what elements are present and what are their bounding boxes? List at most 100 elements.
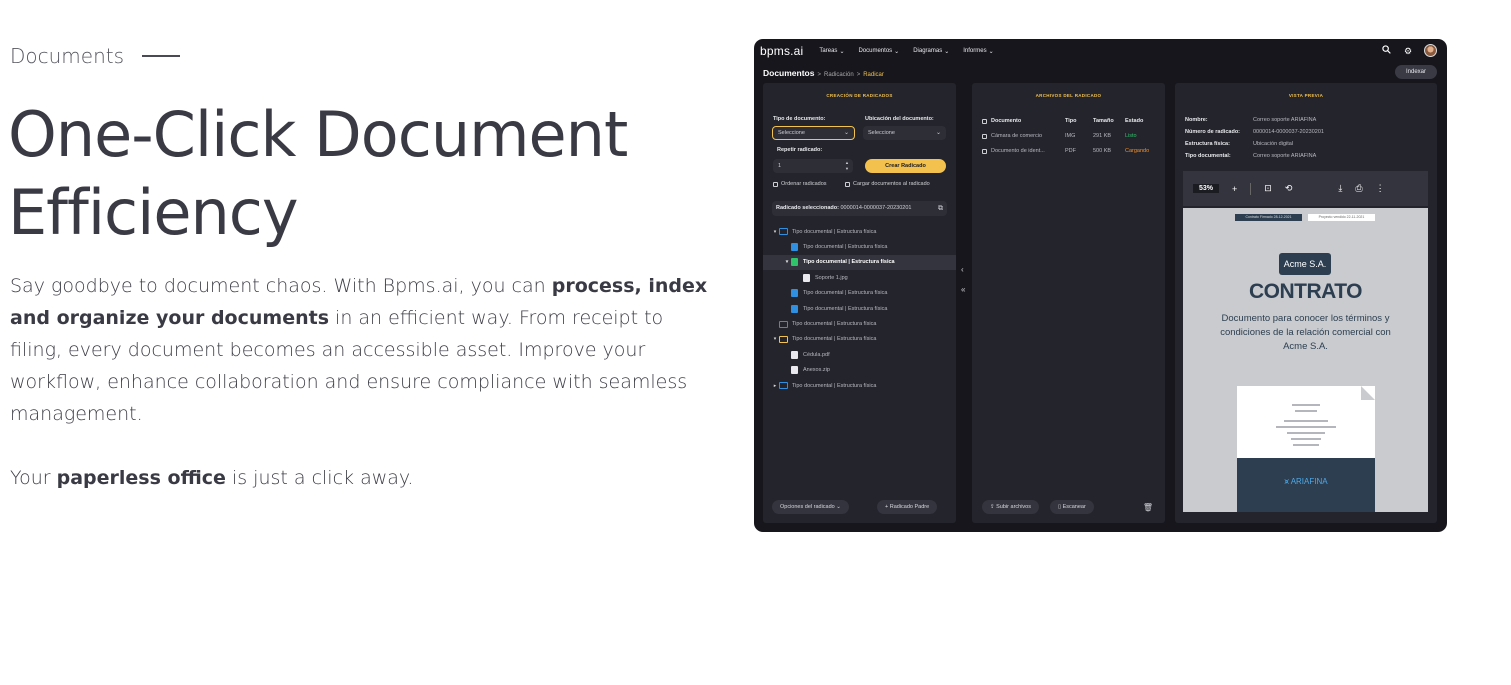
- repeat-stepper[interactable]: 1 ▲ ▼: [773, 159, 853, 173]
- meta-value: Ubicación digital: [1253, 141, 1294, 147]
- meta-row: Estructura física: Ubicación digital: [1185, 141, 1293, 147]
- upload-icon: ⇪: [990, 504, 995, 510]
- nav-informes[interactable]: Informes ⌄: [963, 48, 993, 55]
- tree-item[interactable]: Tipo documental | Estructura física: [763, 239, 956, 254]
- folder-open-icon: [779, 335, 788, 343]
- checkbox-icon[interactable]: [845, 181, 850, 187]
- tree-item[interactable]: Anexos.zip: [763, 363, 956, 378]
- files-panel: ARCHIVOS DEL RADICADO Documento Tipo Tam…: [972, 83, 1165, 523]
- p2-text-c: is just a click away.: [225, 467, 414, 489]
- creation-title: CREACIÓN DE RADICADOS: [826, 93, 893, 98]
- tree-item-label: Tipo documental | Estructura física: [792, 382, 877, 389]
- hero-body: Say goodbye to document chaos. With Bpms…: [10, 270, 710, 494]
- meta-key: Tipo documental:: [1185, 153, 1231, 159]
- zoom-level[interactable]: 53%: [1193, 184, 1220, 193]
- select-all-checkbox[interactable]: [982, 118, 987, 124]
- gear-icon[interactable]: ⚙: [1402, 45, 1414, 57]
- order-checkbox[interactable]: Ordenar radicados: [773, 181, 827, 187]
- scan-button[interactable]: ▯ Escanear: [1050, 500, 1094, 514]
- radicado-options-button[interactable]: Opciones del radicado ⌄: [772, 500, 849, 514]
- tree-item[interactable]: Tipo documental | Estructura física: [763, 286, 956, 301]
- chevron-down-icon: ⌄: [988, 48, 994, 55]
- create-radicado-button[interactable]: Crear Radicado: [865, 159, 946, 173]
- caret-icon[interactable]: ▾: [771, 336, 779, 342]
- avatar[interactable]: [1424, 44, 1437, 57]
- table-row[interactable]: Cámara de comercio IMG 291 KB Listo: [982, 133, 1165, 139]
- selected-label: Radicado seleccionado:: [776, 205, 839, 211]
- p2-bold: paperless office: [56, 467, 226, 489]
- preview-title: VISTA PREVIA: [1288, 93, 1324, 98]
- rotate-icon[interactable]: ⟲: [1285, 183, 1293, 194]
- tree-item-label: Tipo documental | Estructura física: [792, 336, 877, 343]
- tree-item[interactable]: Tipo documental | Estructura física: [763, 301, 956, 316]
- plus-icon: +: [885, 504, 889, 510]
- col-documento: Documento: [991, 118, 1022, 124]
- table-row[interactable]: Documento de ident... PDF 500 KB Cargand…: [982, 148, 1165, 154]
- caret-icon[interactable]: ▾: [783, 259, 791, 265]
- zoom-in-icon[interactable]: +: [1232, 184, 1237, 194]
- trash-icon[interactable]: 🗑: [1143, 503, 1153, 512]
- tree-item-label: Tipo documental | Estructura física: [803, 259, 895, 266]
- text-line: [1276, 426, 1336, 428]
- nav-documentos[interactable]: Documentos ⌄: [858, 48, 899, 55]
- search-icon[interactable]: [1380, 44, 1392, 57]
- order-checkbox-label: Ordenar radicados: [781, 181, 827, 187]
- toolbar-divider: [1250, 182, 1252, 195]
- meta-value: Correo soporte ARIAFINA: [1253, 153, 1317, 159]
- tree-item-label: Cédula.pdf: [803, 351, 830, 358]
- page-fold: [1361, 386, 1375, 400]
- upload-files-button[interactable]: ⇪ Subir archivos: [982, 500, 1039, 514]
- nav-tareas[interactable]: Tareas ⌄: [819, 48, 844, 55]
- tree-item[interactable]: ▾ Tipo documental | Estructura física: [763, 224, 956, 239]
- caret-icon[interactable]: ▸: [771, 383, 779, 389]
- radicado-tree: ▾ Tipo documental | Estructura física Tipo…: [763, 224, 956, 393]
- tree-item[interactable]: ▾ Tipo documental | Estructura física: [763, 254, 956, 271]
- doc-type-label: Tipo de documento:: [773, 116, 826, 122]
- load-checkbox[interactable]: Cargar documentos al radicado: [845, 181, 930, 187]
- caret-icon[interactable]: ▾: [771, 229, 779, 235]
- nav-diagramas[interactable]: Diagramas ⌄: [913, 48, 949, 55]
- document-title: CONTRATO: [1248, 280, 1363, 303]
- copy-icon[interactable]: ⧉: [938, 201, 943, 216]
- cell-size: 291 KB: [1093, 133, 1112, 139]
- cell-size: 500 KB: [1093, 148, 1112, 154]
- chevron-down-icon: ⌄: [894, 48, 900, 55]
- p1-text-a: Say goodbye to document chaos. With Bpms…: [10, 275, 552, 297]
- parent-radicado-button[interactable]: + Radicado Padre: [877, 500, 938, 514]
- checkbox-icon[interactable]: [773, 181, 778, 187]
- files-table-header: Documento Tipo Tamaño Estado: [982, 118, 1165, 124]
- breadcrumb: Documentos > Radicación > Radicar: [763, 68, 884, 78]
- download-icon[interactable]: ⤓: [1338, 183, 1342, 194]
- tree-item[interactable]: ▾ Tipo documental | Estructura física: [763, 332, 956, 347]
- document-icon: [791, 258, 798, 267]
- chevron-left-icon[interactable]: ‹: [961, 265, 964, 274]
- breadcrumb-root[interactable]: Documentos: [763, 68, 814, 78]
- meta-row: Nombre: Correo soporte ARIAFINA: [1185, 117, 1316, 123]
- hero-paragraph-1: Say goodbye to document chaos. With Bpms…: [10, 270, 710, 430]
- tree-item-label: Tipo documental | Estructura física: [792, 228, 877, 235]
- load-checkbox-label: Cargar documentos al radicado: [853, 181, 930, 187]
- tree-item[interactable]: Tipo documental | Estructura física: [763, 316, 956, 331]
- more-icon[interactable]: ⋮: [1376, 183, 1385, 194]
- upload-label: Subir archivos: [996, 504, 1031, 510]
- doc-type-select[interactable]: Seleccione ⌄: [772, 126, 855, 140]
- doc-location-select[interactable]: Seleccione ⌄: [863, 126, 946, 140]
- document-footer: ⩙ ARIAFINA: [1237, 458, 1375, 512]
- document-description: Documento para conocer los términos y co…: [1220, 313, 1391, 352]
- double-chevron-left-icon[interactable]: «: [961, 285, 965, 294]
- row-checkbox[interactable]: [982, 133, 987, 139]
- parent-label: Radicado Padre: [889, 504, 930, 510]
- text-line: [1287, 432, 1325, 434]
- breadcrumb-mid[interactable]: Radicación: [824, 72, 854, 78]
- index-button[interactable]: Indexar: [1394, 65, 1437, 79]
- tree-item[interactable]: ▸ Tipo documental | Estructura física: [763, 378, 956, 393]
- tree-item-label: Tipo documental | Estructura física: [792, 321, 877, 328]
- tree-item[interactable]: Cédula.pdf: [763, 347, 956, 362]
- eyebrow-rule: [142, 55, 181, 57]
- row-checkbox[interactable]: [982, 148, 987, 154]
- preview-panel: VISTA PREVIA Nombre: Correo soporte ARIAF…: [1175, 83, 1437, 523]
- fit-page-icon[interactable]: ⊡: [1264, 183, 1272, 194]
- print-icon[interactable]: ⎙: [1355, 183, 1362, 194]
- tree-item[interactable]: Soporte 1.jpg: [763, 270, 956, 285]
- stepper-arrows-icon[interactable]: ▲ ▼: [845, 160, 849, 172]
